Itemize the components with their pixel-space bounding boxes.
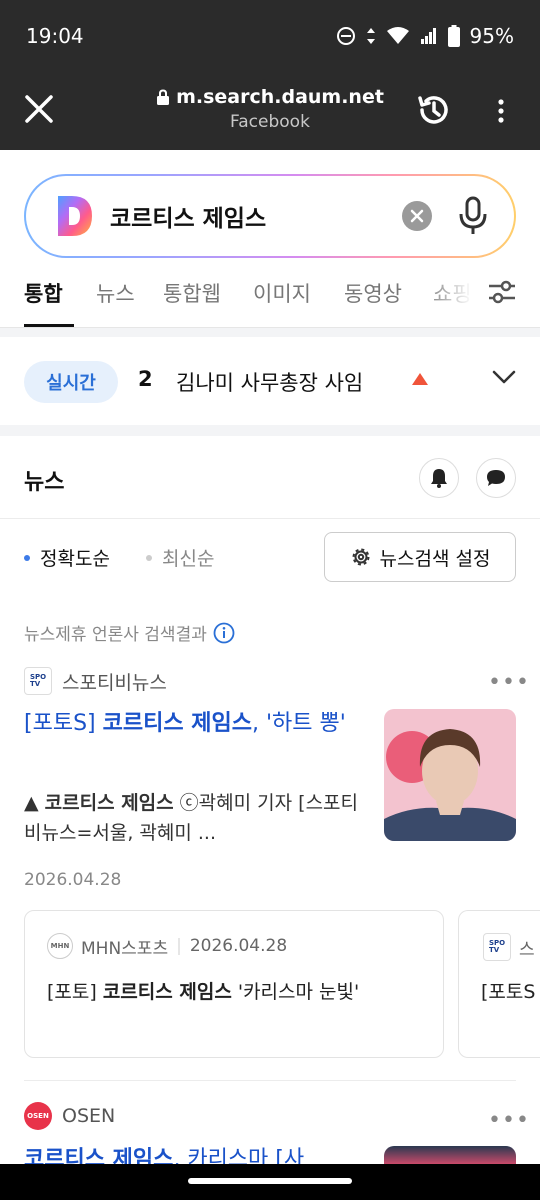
- article-headline[interactable]: 코르티스 제임스, 카리스마 [사: [24, 1144, 368, 1164]
- search-tabs: 통합 뉴스 통합웹 이미지 동영상 쇼핑: [0, 268, 540, 328]
- article-more-button[interactable]: •••: [488, 1108, 530, 1133]
- related-article-title: [포토S: [481, 981, 536, 1003]
- chat-bubble-icon: [487, 470, 505, 486]
- search-box: 코르티스 제임스: [24, 174, 516, 258]
- article-source-name: 스포티비뉴스: [62, 671, 167, 694]
- filter-settings-icon[interactable]: [486, 276, 518, 308]
- related-source-name: MHN스포츠: [81, 938, 169, 959]
- realtime-badge: 실시간: [24, 361, 118, 403]
- dnd-icon: [336, 27, 355, 45]
- lock-icon: [157, 89, 170, 105]
- tab-integrated-web[interactable]: 통합웹: [163, 278, 221, 308]
- status-icons: 95%: [336, 24, 514, 48]
- news-search-settings-button[interactable]: 뉴스검색 설정: [324, 532, 516, 582]
- rank-up-icon: [412, 373, 428, 385]
- gear-icon: [352, 548, 370, 566]
- realtime-trending[interactable]: 실시간 2 김나미 사무총장 사임: [0, 337, 540, 425]
- related-article-card-2[interactable]: SPO TV 스 [포토S: [458, 910, 540, 1058]
- related-article-title: [포토] 코르티스 제임스 '카리스마 눈빛': [47, 981, 360, 1003]
- spotv-news-logo-icon: SPO TV: [483, 933, 511, 961]
- news-comment-button[interactable]: [476, 458, 516, 498]
- article-headline[interactable]: [포토S] 코르티스 제임스, '하트 뽕': [24, 708, 368, 740]
- related-source-name: 스: [519, 939, 535, 960]
- tab-integrated[interactable]: 통합: [24, 278, 63, 308]
- battery-level: 95%: [469, 24, 514, 48]
- status-bar: 19:04 95%: [0, 0, 540, 72]
- status-time: 19:04: [26, 24, 84, 48]
- article-snippet: ▲ 코르티스 제임스 ⓒ곽혜미 기자 [스포티비뉴스=서울, 곽혜미 ...: [24, 792, 359, 844]
- news-search-settings-label: 뉴스검색 설정: [379, 547, 491, 570]
- home-gesture-handle[interactable]: [188, 1178, 352, 1184]
- url-subtitle: Facebook: [230, 112, 310, 132]
- sort-accuracy[interactable]: 정확도순: [24, 544, 110, 571]
- article-thumbnail[interactable]: [384, 1146, 516, 1164]
- battery-icon: [447, 25, 460, 47]
- tab-videos[interactable]: 동영상: [344, 278, 402, 308]
- related-date: 2026.04.28: [189, 936, 288, 956]
- trending-rank: 2: [138, 367, 153, 391]
- article-source[interactable]: SPO TV 스포티비뉴스: [24, 667, 167, 695]
- article-thumbnail[interactable]: [384, 709, 516, 841]
- clear-icon: [410, 209, 424, 223]
- news-section-title: 뉴스: [24, 470, 65, 495]
- more-options-icon[interactable]: [488, 96, 514, 126]
- related-article-card[interactable]: MHN MHN스포츠 | 2026.04.28 [포토] 코르티스 제임스 '카…: [24, 910, 444, 1058]
- browser-bar: m.search.daum.net Facebook: [0, 72, 540, 150]
- article-date: 2026.04.28: [24, 870, 122, 890]
- news-section: 뉴스 정확도순 최신순 뉴스검색 설정 뉴스제휴 언론사 검색결과 SPO TV …: [0, 436, 540, 1200]
- url-display[interactable]: m.search.daum.net Facebook: [120, 86, 420, 132]
- sort-latest[interactable]: 최신순: [146, 544, 214, 571]
- close-icon[interactable]: [22, 92, 56, 126]
- tab-news[interactable]: 뉴스: [96, 278, 135, 308]
- tab-images[interactable]: 이미지: [253, 278, 311, 308]
- trending-keyword[interactable]: 김나미 사무총장 사임: [176, 367, 363, 397]
- history-icon[interactable]: [414, 90, 454, 130]
- affiliate-note: 뉴스제휴 언론사 검색결과: [24, 620, 235, 645]
- info-icon[interactable]: [213, 622, 235, 644]
- news-alert-button[interactable]: [419, 458, 459, 498]
- affiliate-note-text: 뉴스제휴 언론사 검색결과: [24, 625, 207, 645]
- url-domain: m.search.daum.net: [176, 86, 384, 108]
- spotv-news-logo-icon: SPO TV: [24, 667, 52, 695]
- bell-icon: [431, 469, 447, 488]
- microphone-icon[interactable]: [458, 196, 488, 236]
- gesture-nav-bar: [0, 1164, 540, 1200]
- article-source[interactable]: OSEN OSEN: [24, 1102, 115, 1130]
- daum-logo-icon[interactable]: [58, 196, 92, 236]
- article-more-button[interactable]: •••: [488, 670, 530, 695]
- sort-accuracy-label: 정확도순: [40, 548, 110, 570]
- signal-icon: [420, 28, 436, 44]
- clear-search-button[interactable]: [402, 201, 432, 231]
- data-arrows-icon: [366, 28, 375, 44]
- wifi-icon: [386, 27, 409, 44]
- article-source-name: OSEN: [62, 1105, 116, 1127]
- chevron-down-icon[interactable]: [492, 369, 516, 385]
- active-tab-indicator: [24, 324, 74, 327]
- mhn-logo-icon: MHN: [47, 933, 73, 959]
- osen-logo-icon: OSEN: [24, 1102, 52, 1130]
- sort-latest-label: 최신순: [162, 548, 215, 570]
- search-input[interactable]: 코르티스 제임스: [110, 199, 402, 233]
